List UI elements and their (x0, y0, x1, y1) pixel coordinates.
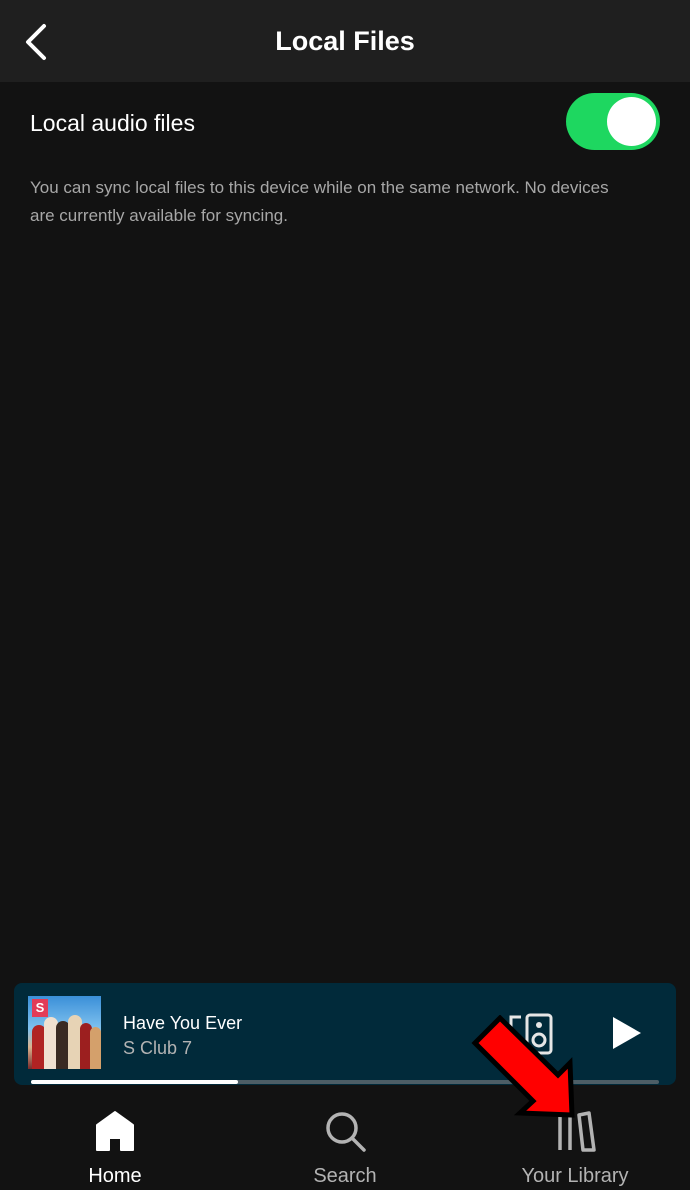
local-audio-files-setting: Local audio files (30, 92, 662, 152)
toggle-knob (607, 97, 656, 146)
playback-progress-fill (31, 1080, 239, 1084)
nav-home[interactable]: Home (0, 1088, 230, 1190)
nav-search[interactable]: Search (230, 1088, 460, 1190)
search-icon (326, 1112, 366, 1152)
red-arrow-annotation (471, 1015, 575, 1118)
nav-home-label: Home (88, 1165, 142, 1187)
home-icon (96, 1111, 134, 1151)
nav-your-library-label: Your Library (521, 1165, 629, 1187)
album-art[interactable]: S (28, 996, 101, 1069)
play-button[interactable] (606, 1013, 646, 1053)
play-icon (613, 1017, 641, 1049)
track-artist[interactable]: S Club 7 (123, 1037, 192, 1059)
album-logo: S (32, 999, 48, 1017)
nav-search-label: Search (313, 1165, 377, 1187)
sync-help-text: You can sync local files to this device … (30, 178, 609, 225)
track-title[interactable]: Have You Ever (123, 1012, 242, 1034)
page-title: Local Files (275, 26, 415, 56)
local-audio-files-toggle[interactable] (566, 93, 660, 150)
top-bar: Local Files (0, 0, 690, 82)
setting-label: Local audio files (30, 110, 195, 136)
